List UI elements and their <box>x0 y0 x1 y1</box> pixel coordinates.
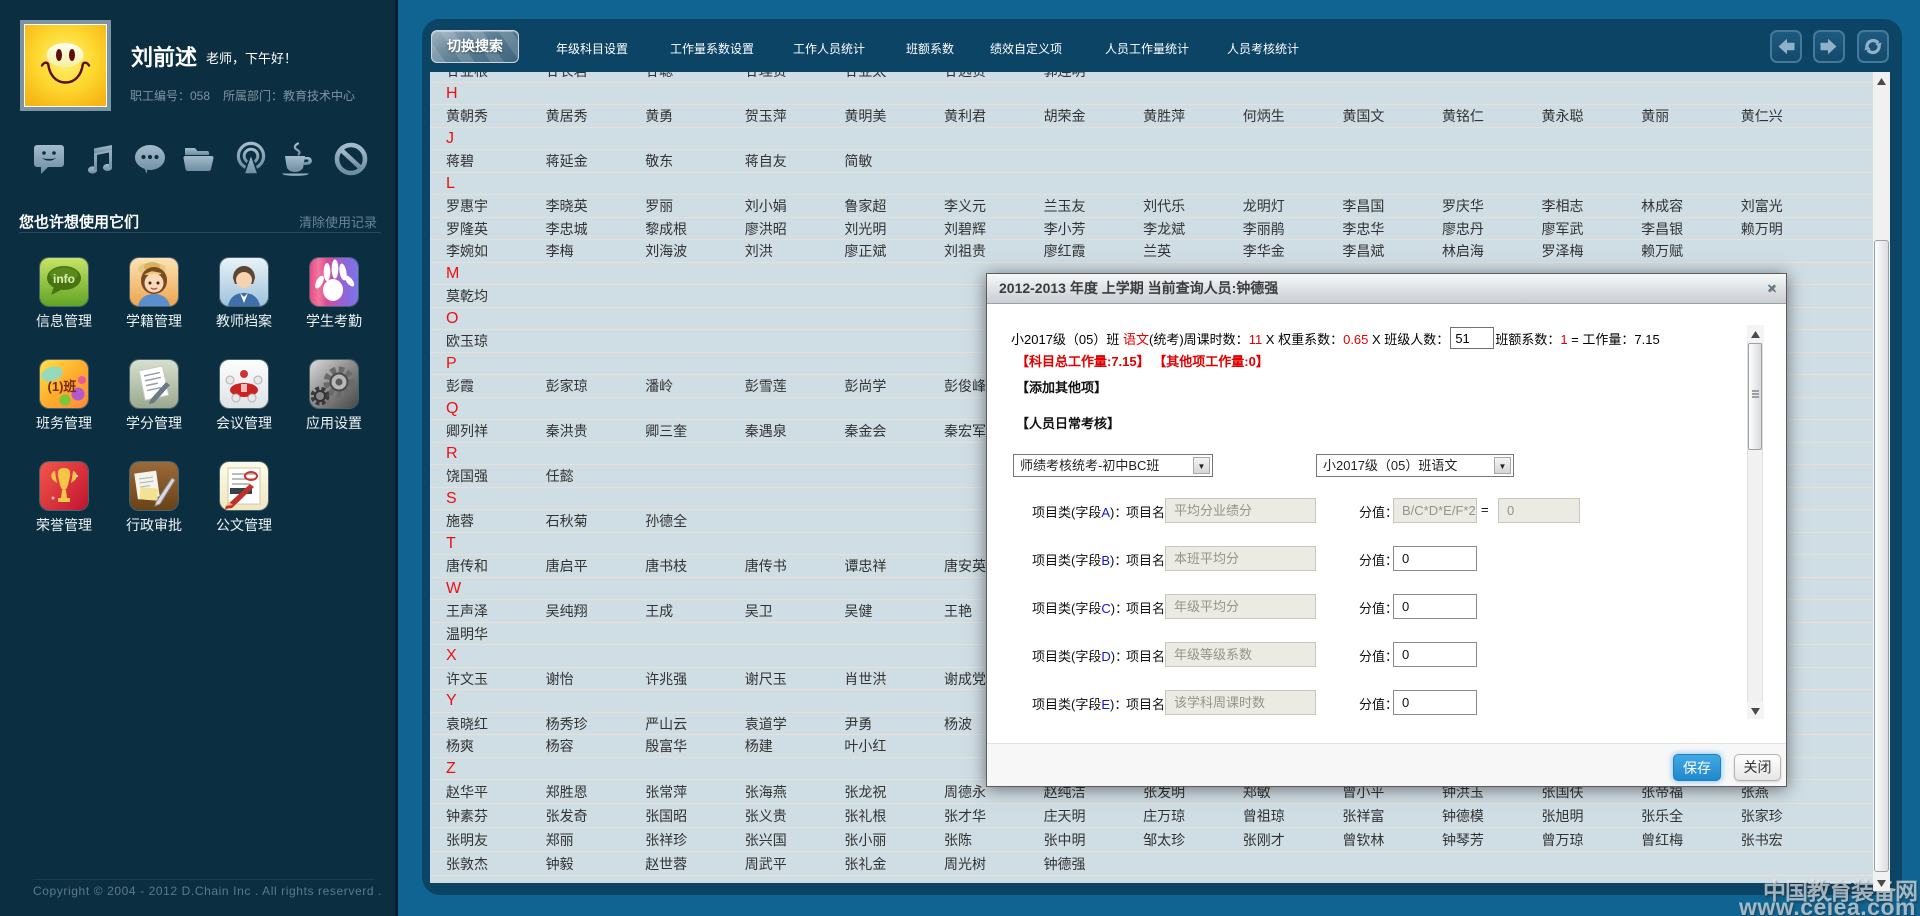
svg-text:info: info <box>53 272 75 286</box>
svg-text:(1)班: (1)班 <box>48 379 77 394</box>
